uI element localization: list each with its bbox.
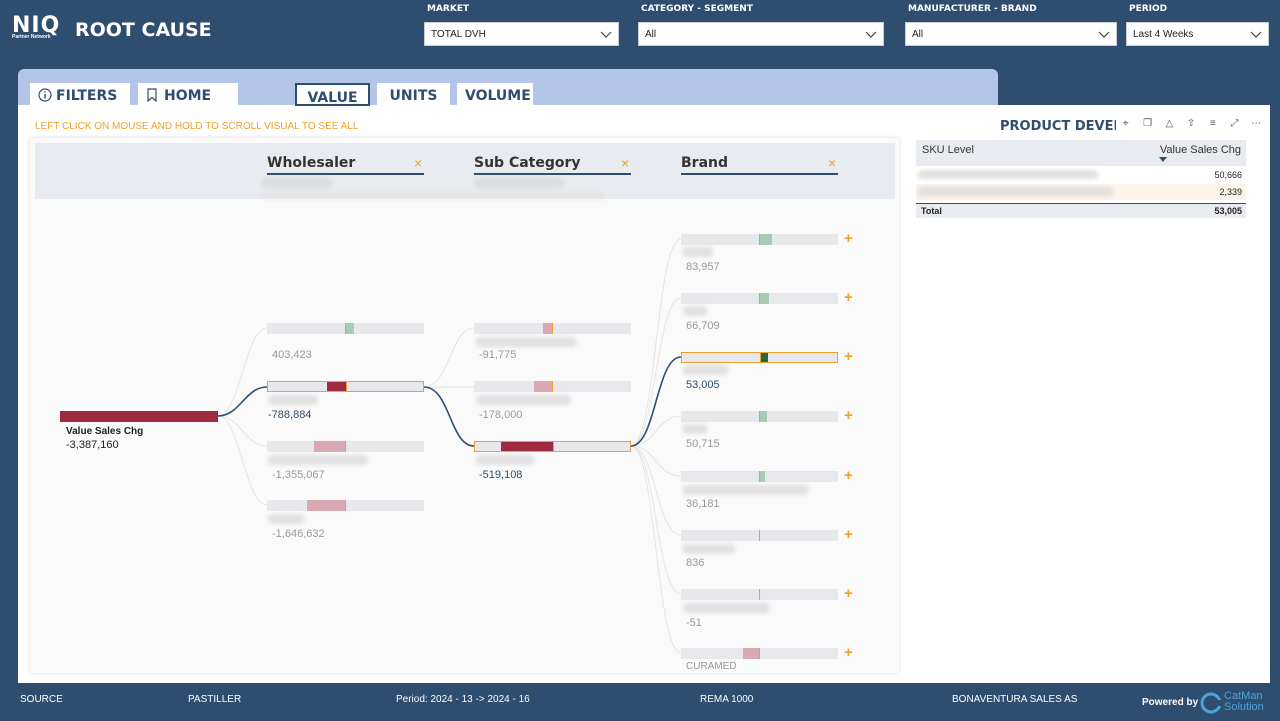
brand-node-value: 36,181 xyxy=(686,498,720,510)
footer-period: Period: 2024 - 13 -> 2024 - 16 xyxy=(396,694,530,705)
total-value: 53,005 xyxy=(1214,206,1242,216)
total-label: Total xyxy=(921,206,942,216)
connector-line xyxy=(630,297,682,447)
brand-node-value: 83,957 xyxy=(686,261,720,273)
footer-powered-by: Powered by xyxy=(1142,697,1199,708)
table-total-row: Total 53,005 xyxy=(916,203,1246,218)
connector-line xyxy=(217,415,268,506)
blurred-node-label xyxy=(683,485,809,495)
brand-node-value: 836 xyxy=(686,557,705,569)
root-node-label: Value Sales Chg xyxy=(66,426,144,437)
table-cell-value: 2,339 xyxy=(1219,187,1242,197)
visual-toolbar: ⌖ ❐ △ ⇧ ≡ ⤢ ⋯ xyxy=(1116,115,1266,135)
brand-node-bar[interactable] xyxy=(681,411,838,422)
wholesaler-node-bar-selected[interactable] xyxy=(267,381,424,392)
brand-node-bar[interactable] xyxy=(681,471,838,482)
brand-node-value: 66,709 xyxy=(686,320,720,332)
more-options-icon[interactable]: ⋯ xyxy=(1246,115,1266,133)
brand-node-label: CURAMED xyxy=(686,661,737,671)
expand-icon[interactable]: + xyxy=(844,407,853,424)
subcategory-node-bar-selected[interactable] xyxy=(474,441,631,452)
brand-node-bar-selected[interactable] xyxy=(681,352,838,363)
brand-node-value: 53,005 xyxy=(686,379,720,391)
share-icon[interactable]: ⇧ xyxy=(1181,115,1201,133)
table-row[interactable]: 2,339 xyxy=(916,184,1246,200)
wholesaler-node-bar[interactable] xyxy=(267,323,424,334)
connector-line xyxy=(630,445,682,654)
wholesaler-node-value: -788,884 xyxy=(268,409,312,421)
blurred-node-label xyxy=(683,544,735,554)
subcategory-node-value: -178,000 xyxy=(479,409,523,421)
wholesaler-node-bar[interactable] xyxy=(267,441,424,452)
footer-brand: PASTILLER xyxy=(188,694,242,705)
subcategory-node-bar[interactable] xyxy=(474,381,631,392)
blurred-node-label xyxy=(268,395,318,405)
expand-icon[interactable]: + xyxy=(844,585,853,602)
connector-line xyxy=(630,445,682,595)
catman-logo-icon xyxy=(1200,692,1222,714)
expand-icon[interactable]: + xyxy=(844,230,853,247)
blurred-node-label xyxy=(268,514,304,524)
brand-node-bar[interactable] xyxy=(681,234,838,245)
focus-mode-icon[interactable]: ⤢ xyxy=(1225,115,1245,133)
brand-node-bar[interactable] xyxy=(681,648,838,659)
blurred-node-label xyxy=(683,603,769,613)
brand-node-bar[interactable] xyxy=(681,589,838,600)
expand-icon[interactable]: + xyxy=(844,467,853,484)
footer-source: SOURCE xyxy=(20,694,63,705)
column-header-value-sales-chg[interactable]: Value Sales Chg xyxy=(1160,144,1241,156)
wholesaler-node-value: 403,423 xyxy=(272,349,312,361)
tree-connectors xyxy=(217,238,682,654)
blurred-node-label xyxy=(476,337,576,347)
connector-line xyxy=(217,327,268,417)
table-header: SKU Level Value Sales Chg xyxy=(916,140,1246,166)
subcategory-node-value: -91,775 xyxy=(479,349,517,361)
expand-icon[interactable]: + xyxy=(844,526,853,543)
table-cell-value: 50,666 xyxy=(1214,170,1242,180)
bell-icon[interactable]: △ xyxy=(1159,115,1179,133)
filter-icon[interactable]: ≡ xyxy=(1203,115,1223,133)
pin-icon[interactable]: ⌖ xyxy=(1116,115,1136,133)
expand-icon[interactable]: + xyxy=(844,289,853,306)
blurred-sku-name xyxy=(918,170,1098,179)
brand-node-value: 50,715 xyxy=(686,438,720,450)
column-header-sku-level[interactable]: SKU Level xyxy=(922,144,974,156)
expand-icon[interactable]: + xyxy=(844,644,853,661)
catman-logo-text: CatMan Solution xyxy=(1224,691,1264,713)
sort-desc-icon xyxy=(1159,157,1167,162)
active-connector-line xyxy=(423,386,475,447)
root-node-value: -3,387,160 xyxy=(66,439,119,451)
blurred-node-label xyxy=(683,365,729,375)
copy-icon[interactable]: ❐ xyxy=(1138,115,1158,133)
connector-line xyxy=(423,327,475,388)
blurred-node-label xyxy=(476,395,571,405)
root-node-bar[interactable] xyxy=(60,411,218,422)
expand-icon[interactable]: + xyxy=(844,348,853,365)
connector-line xyxy=(217,415,268,447)
catman-logo-line2: Solution xyxy=(1224,701,1264,713)
blurred-node-label xyxy=(683,424,707,434)
blurred-sku-name xyxy=(918,187,1113,196)
blurred-node-label xyxy=(268,455,368,465)
footer-supplier: BONAVENTURA SALES AS xyxy=(952,694,1078,705)
wholesaler-node-value: -1,355,067 xyxy=(272,469,325,481)
footer-retailer: REMA 1000 xyxy=(700,694,754,705)
wholesaler-node-bar[interactable] xyxy=(267,500,424,511)
subcategory-node-bar[interactable] xyxy=(474,323,631,334)
brand-node-bar[interactable] xyxy=(681,293,838,304)
table-row[interactable]: 50,666 xyxy=(916,167,1246,183)
blurred-node-label xyxy=(476,455,534,465)
wholesaler-node-value: -1,646,632 xyxy=(272,528,325,540)
blurred-node-label xyxy=(683,306,707,316)
subcategory-node-value: -519,108 xyxy=(479,469,523,481)
brand-node-value: -51 xyxy=(686,617,702,629)
blurred-node-label xyxy=(683,247,713,257)
connector-line xyxy=(630,238,682,447)
brand-node-bar[interactable] xyxy=(681,530,838,541)
